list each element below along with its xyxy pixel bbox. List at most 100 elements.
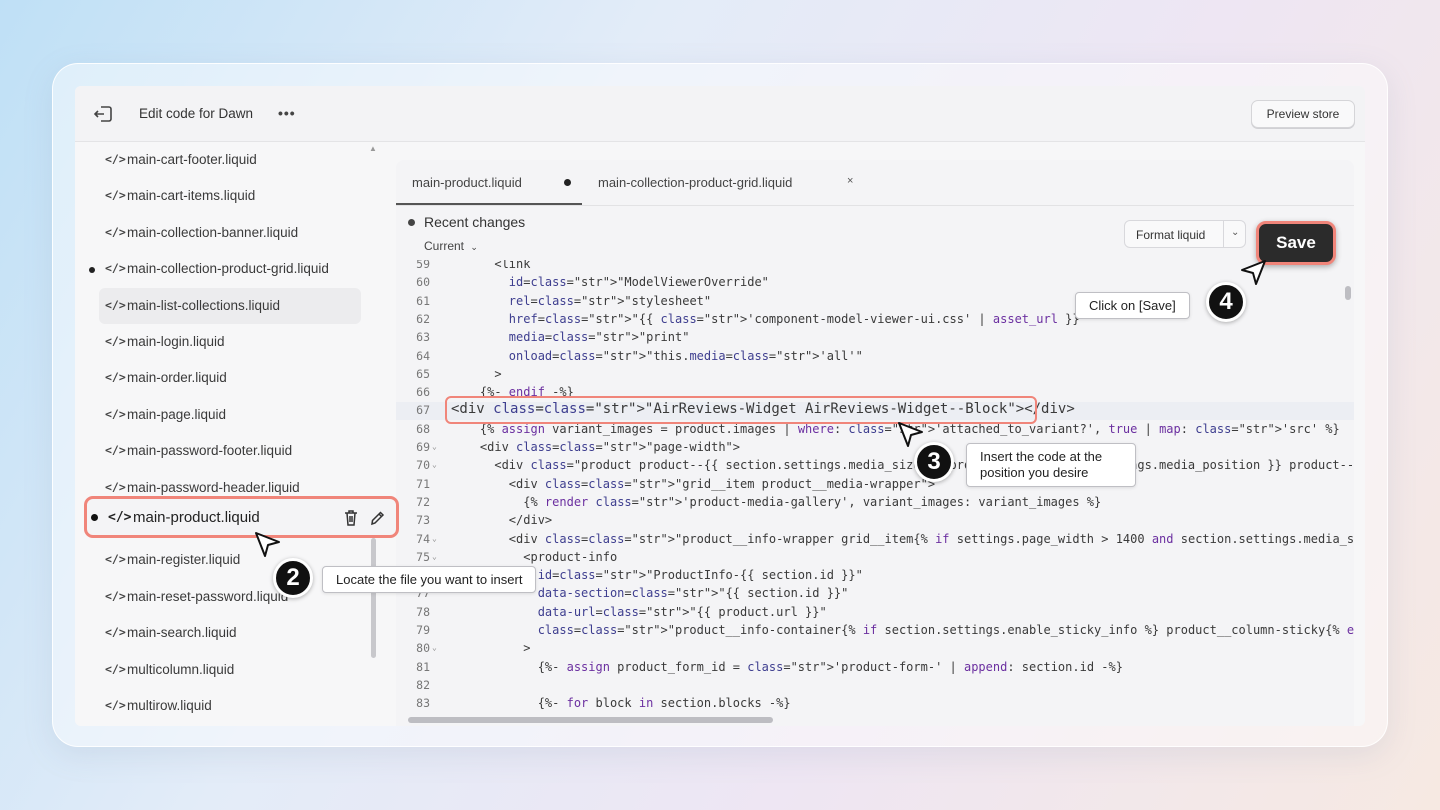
recent-changes-title: Recent changes — [424, 214, 526, 230]
line-number: 79 — [416, 623, 430, 637]
tab-main-product[interactable]: main-product.liquid — [412, 175, 522, 190]
fold-chevron-icon[interactable]: ⌄ — [432, 643, 437, 652]
chevron-down-icon: ⌄ — [470, 242, 478, 252]
recent-changes-dot-icon — [408, 219, 415, 226]
code-file-icon: </> — [105, 261, 126, 276]
code-line[interactable]: 59 <link — [396, 260, 1354, 274]
code-file-icon: </> — [105, 479, 126, 494]
sidebar-file-name: main-cart-footer.liquid — [127, 152, 257, 167]
code-line-text: > — [451, 641, 531, 656]
chevron-down-icon[interactable]: ⌄ — [1231, 227, 1239, 238]
line-number: 61 — [416, 293, 430, 308]
code-line-text: <div class=class="str">"page-width"> — [451, 440, 741, 454]
code-line[interactable]: 71 <div class=class="str">"grid__item pr… — [396, 476, 1354, 494]
trash-icon[interactable] — [343, 509, 359, 527]
line-number: 69 — [416, 440, 430, 454]
line-number: 80 — [416, 641, 430, 656]
sidebar-file-name: main-login.liquid — [127, 334, 225, 349]
sidebar-file-item[interactable]: </> main-cart-items.liquid — [75, 178, 370, 214]
code-file-icon: </> — [105, 406, 126, 421]
sidebar-file-name: main-password-header.liquid — [127, 479, 300, 495]
format-liquid-label: Format liquid — [1136, 228, 1206, 242]
line-number: 59 — [416, 260, 430, 271]
selected-file-main-product[interactable]: </> main-product.liquid — [84, 496, 399, 538]
code-line[interactable]: 69 ⌄ <div class=class="str">"page-width"> — [396, 439, 1354, 457]
code-line[interactable]: 74 ⌄ <div class=class="str">"product__inf… — [396, 531, 1354, 549]
code-line[interactable]: 82 — [396, 677, 1354, 695]
code-file-icon: </> — [105, 297, 126, 312]
sidebar-file-item[interactable]: </> main-login.liquid — [75, 324, 370, 360]
code-line[interactable]: 72 {% render class="str">'product-media-… — [396, 494, 1354, 512]
pencil-icon[interactable] — [369, 509, 385, 527]
sidebar-file-item[interactable]: </> main-order.liquid — [75, 360, 370, 396]
code-line[interactable]: 75 ⌄ <product-info — [396, 549, 1354, 567]
step-3-callout: Insert the code at the position you desi… — [966, 443, 1136, 487]
sidebar-file-item[interactable]: </> main-collection-product-grid.liquid — [75, 251, 370, 287]
sidebar-file-name: multirow.liquid — [127, 698, 212, 713]
code-line[interactable]: 81 {%- assign product_form_id = class="s… — [396, 659, 1354, 677]
code-line[interactable]: 73 </div> — [396, 512, 1354, 530]
line-number: 75 — [416, 549, 430, 564]
line-number: 66 — [416, 385, 430, 400]
code-line[interactable]: 76 id=class="str">"ProductInfo-{{ sectio… — [396, 567, 1354, 585]
sidebar-file-item[interactable]: </> main-password-footer.liquid — [75, 433, 370, 469]
sidebar-file-item[interactable]: </> multirow.liquid — [75, 688, 370, 724]
code-line[interactable]: 79 class=class="str">"product__info-cont… — [396, 622, 1354, 640]
code-file-icon: </> — [108, 510, 132, 525]
preview-store-button[interactable]: Preview store — [1251, 100, 1355, 128]
file-sidebar: ▲ </> main-cart-footer.liquid </> main-cart… — [75, 142, 378, 726]
sidebar-file-name: main-reset-password.liquid — [127, 588, 289, 604]
code-line-text: {%- for block in section.blocks -%} — [451, 696, 791, 711]
code-line[interactable]: 78 data-url=class="str">"{{ product.url … — [396, 604, 1354, 622]
sidebar-file-item[interactable]: </> main-search.liquid — [75, 615, 370, 651]
code-line[interactable]: 70 ⌄ <div class="product product--{{ sect… — [396, 457, 1354, 475]
code-file-icon: </> — [105, 224, 126, 239]
fold-chevron-icon[interactable]: ⌄ — [432, 442, 437, 451]
code-file-icon: </> — [105, 552, 126, 567]
fold-chevron-icon[interactable]: ⌄ — [432, 534, 437, 543]
sidebar-file-name: main-register.liquid — [127, 552, 241, 568]
line-number: 67 — [416, 403, 430, 418]
version-select[interactable]: Current ⌄ — [424, 239, 478, 253]
code-line-text: <div class="product product--{{ section.… — [451, 458, 1354, 473]
horizontal-scrollbar[interactable] — [408, 717, 773, 723]
code-area[interactable]: 59 <link 60 id=class="str">"ModelViewerOv… — [396, 260, 1354, 712]
code-line[interactable]: 64 onload=class="str">"this.media=class=… — [396, 348, 1354, 366]
sidebar-file-name: main-list-collections.liquid — [127, 297, 281, 313]
unsaved-dot-icon — [564, 179, 571, 186]
sidebar-file-item[interactable]: </> main-list-collections.liquid — [99, 287, 361, 324]
close-tab-icon[interactable]: × — [847, 175, 853, 187]
line-number: 68 — [416, 421, 430, 436]
sidebar-file-name: main-page.liquid — [127, 406, 227, 422]
sidebar-file-item[interactable]: </> main-collection-banner.liquid — [75, 215, 370, 251]
sidebar-file-item[interactable]: </> main-page.liquid — [75, 397, 370, 433]
tab-main-collection-product-grid[interactable]: main-collection-product-grid.liquid — [598, 175, 792, 190]
vertical-scrollbar[interactable] — [1345, 286, 1351, 300]
fold-chevron-icon[interactable]: ⌄ — [432, 552, 437, 561]
editor-pane: main-product.liquid main-collection-prod… — [396, 160, 1354, 726]
code-line[interactable]: 83 {%- for block in section.blocks -%} — [396, 695, 1354, 712]
code-file-icon: </> — [105, 698, 126, 712]
sidebar-file-item[interactable]: </> multicolumn.liquid — [75, 652, 370, 688]
exit-icon[interactable] — [93, 105, 113, 123]
sidebar-scrollbar[interactable] — [371, 538, 376, 658]
sidebar-file-name: multicolumn.liquid — [127, 661, 235, 677]
sidebar-file-name: main-cart-items.liquid — [127, 188, 256, 204]
line-number: 65 — [416, 366, 430, 381]
step-2-callout: Locate the file you want to insert — [322, 566, 537, 593]
code-file-icon: </> — [105, 370, 126, 385]
code-line[interactable]: 77 data-section=class="str">"{{ section.… — [396, 585, 1354, 603]
code-line[interactable]: 65 > — [396, 366, 1354, 384]
format-liquid-button[interactable]: Format liquid ⌄ — [1124, 220, 1246, 248]
selected-file-name: main-product.liquid — [133, 509, 260, 526]
code-line[interactable]: 63 media=class="str">"print" — [396, 329, 1354, 347]
code-line-text: media=class="str">"print" — [508, 330, 690, 345]
code-line-text: {% render class="str">'product-media-gal… — [451, 494, 1102, 509]
button-divider — [1223, 221, 1224, 247]
scroll-up-arrow-icon[interactable]: ▲ — [369, 144, 377, 153]
fold-chevron-icon[interactable]: ⌄ — [432, 460, 437, 469]
sidebar-file-item[interactable]: </> main-cart-footer.liquid — [75, 142, 370, 178]
more-options-icon[interactable]: ••• — [278, 105, 296, 121]
code-line[interactable]: 80 ⌄ > — [396, 640, 1354, 658]
save-button[interactable]: Save — [1256, 221, 1336, 265]
